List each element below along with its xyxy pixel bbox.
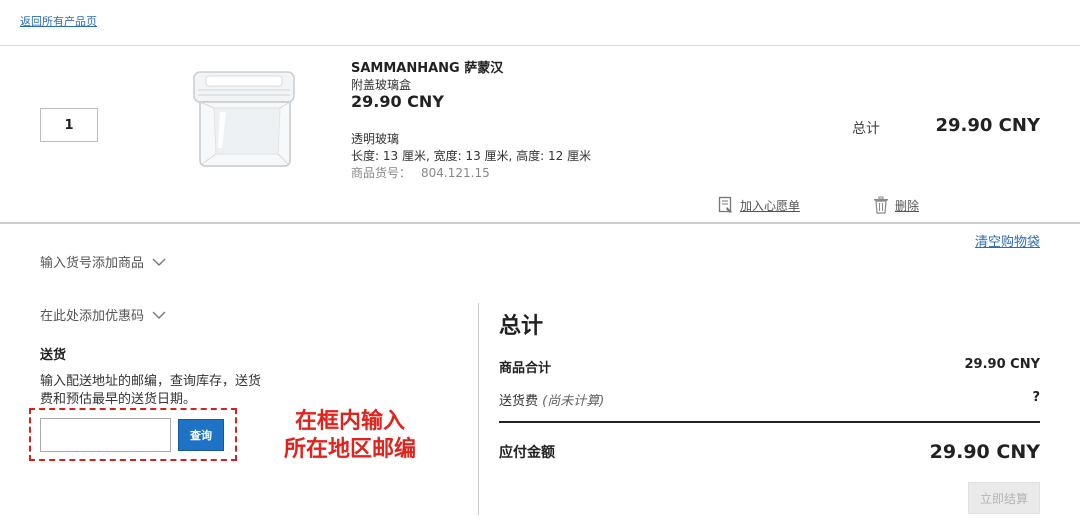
article-number-value: 804.121.15 [421,166,490,180]
wishlist-label: 加入心愿单 [740,198,801,213]
shipping-fee-label: 送货费 [499,394,539,409]
chevron-down-icon [152,258,166,266]
zip-instruction-annotation: 在框内输入 所在地区邮编 [268,408,432,464]
wishlist-icon [718,196,732,213]
cart-item-divider [0,222,1080,224]
item-total-value: 29.90 CNY [935,115,1040,136]
product-image[interactable] [180,62,310,172]
shipping-fee-value: ? [1032,390,1040,405]
amount-due-row: 应付金额 29.90 CNY [499,441,1040,463]
chevron-down-icon [152,311,166,319]
items-subtotal-label: 商品合计 [499,361,552,376]
shipping-fee-label-group: 送货费 (尚未计算) [499,390,604,409]
glass-box-icon [193,71,295,167]
zip-check-button[interactable]: 查询 [178,419,224,451]
product-dimensions: 长度: 13 厘米, 宽度: 13 厘米, 高度: 12 厘米 [351,149,592,163]
clear-bag-link[interactable]: 清空购物袋 [975,231,1040,250]
amount-due-label: 应付金额 [499,445,555,461]
top-divider [0,45,1080,46]
add-by-article-label: 输入货号添加商品 [40,256,145,271]
product-material: 透明玻璃 [351,132,400,146]
zip-code-input[interactable] [40,418,171,452]
add-to-wishlist-button[interactable]: 加入心愿单 [718,196,800,214]
delete-item-button[interactable]: 删除 [873,196,919,214]
delivery-title: 送货 [40,348,67,363]
annotation-line-2: 所在地区邮编 [283,437,416,462]
add-coupon-label: 在此处添加优惠码 [40,309,145,324]
delivery-description: 输入配送地址的邮编，查询库存，送货费和预估最早的送货日期。 [40,374,262,407]
delete-label: 删除 [895,198,920,213]
summary-title: 总计 [499,314,544,339]
product-article-number: 商品货号： 804.121.15 [351,164,490,181]
add-coupon-toggle[interactable]: 在此处添加优惠码 [40,305,166,324]
add-by-article-toggle[interactable]: 输入货号添加商品 [40,252,166,271]
article-number-label: 商品货号： [351,166,412,180]
column-divider [478,303,479,515]
trash-icon [874,196,888,214]
product-price: 29.90 CNY [351,92,444,111]
annotation-line-1: 在框内输入 [294,409,405,434]
shipping-fee-note: (尚未计算) [542,394,605,409]
amount-due-value: 29.90 CNY [929,441,1040,463]
product-name[interactable]: SAMMANHANG 萨蒙汉 [351,57,503,76]
back-to-products-link[interactable]: 返回所有产品页 [20,13,97,29]
checkout-button[interactable]: 立即结算 [968,482,1040,514]
shipping-fee-row: 送货费 (尚未计算) ? [499,390,1040,409]
items-subtotal-row: 商品合计 29.90 CNY [499,357,1040,376]
shopping-cart-page: 返回所有产品页 1 SAMMANHANG 萨蒙汉 附盖玻璃盒 29.90 CNY… [0,0,1080,527]
item-total-label: 总计 [852,121,880,137]
quantity-field[interactable]: 1 [40,108,98,142]
summary-divider [499,421,1040,423]
items-subtotal-value: 29.90 CNY [964,357,1040,372]
product-description: 附盖玻璃盒 [351,78,412,92]
